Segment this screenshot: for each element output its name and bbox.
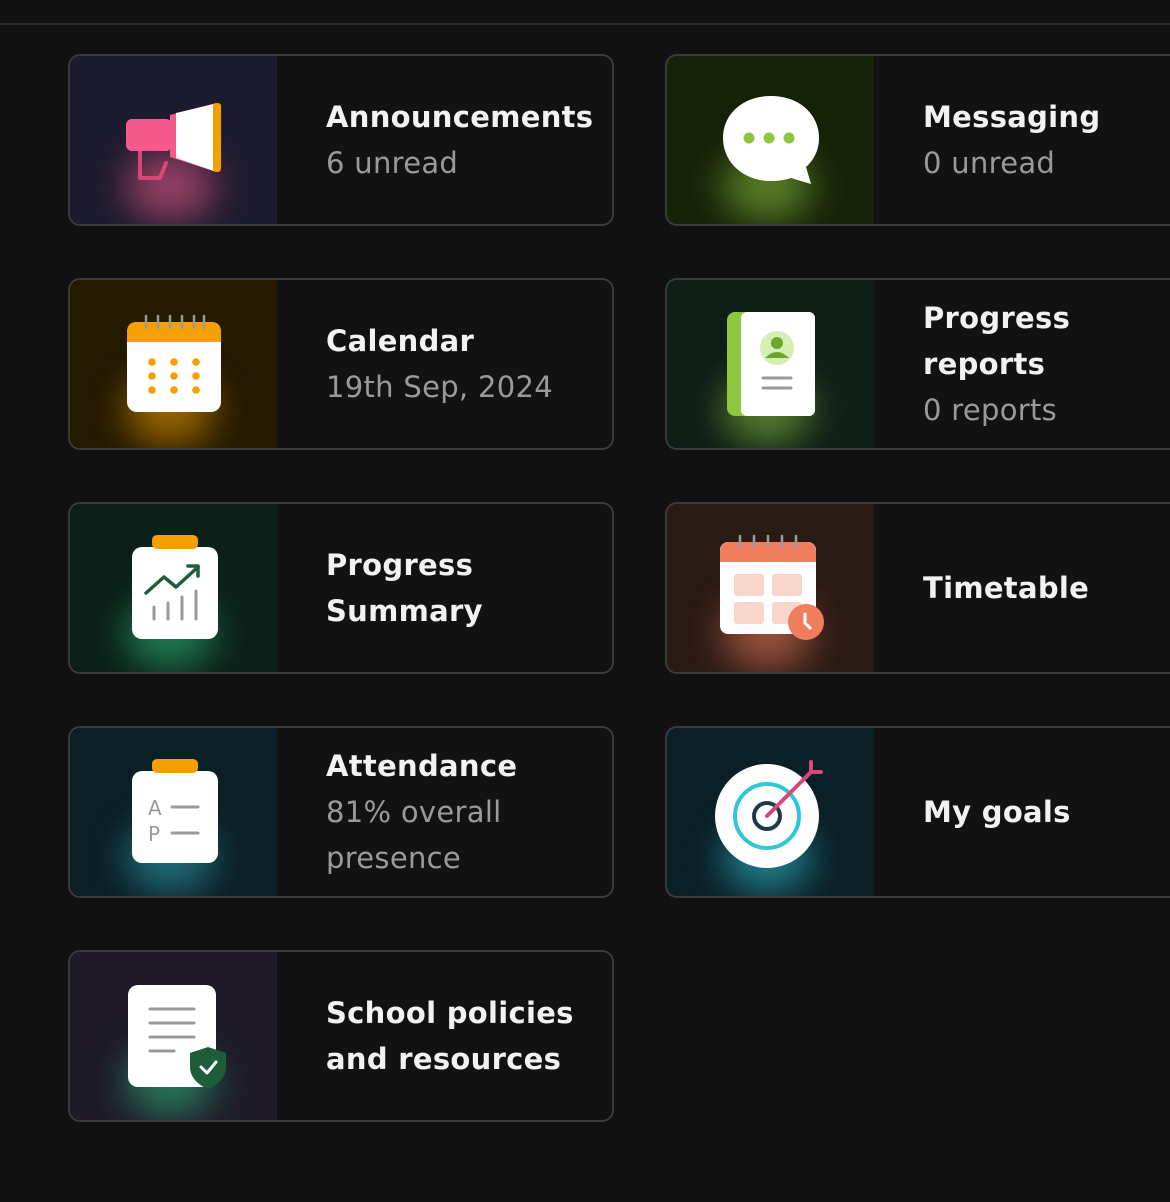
progress-summary-title-line2: Summary bbox=[326, 594, 483, 628]
my-goals-icon-pane bbox=[667, 728, 874, 896]
calendar-text: Calendar 19th Sep, 2024 bbox=[277, 280, 612, 448]
progress-reports-text: Progress reports 0 reports bbox=[874, 280, 1170, 448]
timetable-title: Timetable bbox=[923, 571, 1090, 605]
school-policies-title-line2: and resources bbox=[326, 1042, 562, 1076]
report-book-icon bbox=[726, 312, 815, 416]
progress-reports-title-line1: Progress bbox=[923, 301, 1071, 335]
progress-summary-text: Progress Summary bbox=[277, 504, 612, 672]
calendar-card[interactable]: Calendar 19th Sep, 2024 bbox=[68, 278, 614, 450]
attendance-subtitle-line1: 81% overall bbox=[326, 795, 502, 829]
target-icon bbox=[714, 760, 823, 868]
school-policies-title-line1: School policies bbox=[326, 996, 574, 1030]
top-divider bbox=[0, 23, 1170, 25]
megaphone-icon bbox=[125, 103, 221, 180]
messaging-title: Messaging bbox=[923, 100, 1101, 134]
school-policies-card[interactable]: School policies and resources bbox=[68, 950, 614, 1122]
progress-reports-card[interactable]: Progress reports 0 reports bbox=[665, 278, 1170, 450]
messaging-subtitle: 0 unread bbox=[923, 146, 1056, 180]
timetable-icon bbox=[719, 534, 824, 640]
progress-reports-subtitle: 0 reports bbox=[923, 393, 1058, 427]
timetable-card[interactable]: Timetable bbox=[665, 502, 1170, 674]
svg-text:P: P bbox=[148, 822, 160, 846]
announcements-title: Announcements bbox=[326, 100, 594, 134]
chart-clipboard-icon bbox=[131, 535, 218, 639]
calendar-title: Calendar bbox=[326, 324, 475, 358]
announcements-icon-pane bbox=[70, 56, 277, 224]
timetable-text: Timetable bbox=[874, 504, 1170, 672]
attendance-clipboard-icon: A P bbox=[131, 759, 218, 863]
calendar-icon-pane bbox=[70, 280, 277, 448]
chat-bubble-icon bbox=[722, 96, 819, 184]
svg-text:A: A bbox=[148, 796, 162, 820]
school-policies-icon-pane bbox=[70, 952, 277, 1120]
school-policies-text: School policies and resources bbox=[277, 952, 612, 1120]
calendar-icon bbox=[126, 314, 221, 412]
attendance-card[interactable]: A P Attendance 81% overall presence bbox=[68, 726, 614, 898]
timetable-icon-pane bbox=[667, 504, 874, 672]
my-goals-card[interactable]: My goals bbox=[665, 726, 1170, 898]
progress-summary-card[interactable]: Progress Summary bbox=[68, 502, 614, 674]
calendar-subtitle: 19th Sep, 2024 bbox=[326, 370, 553, 404]
announcements-card[interactable]: Announcements 6 unread bbox=[68, 54, 614, 226]
attendance-text: Attendance 81% overall presence bbox=[277, 728, 612, 896]
attendance-subtitle-line2: presence bbox=[326, 841, 462, 875]
attendance-title: Attendance bbox=[326, 749, 518, 783]
announcements-subtitle: 6 unread bbox=[326, 146, 459, 180]
progress-reports-title-line2: reports bbox=[923, 347, 1046, 381]
policy-document-icon bbox=[127, 985, 226, 1089]
progress-reports-icon-pane bbox=[667, 280, 874, 448]
attendance-icon-pane: A P bbox=[70, 728, 277, 896]
messaging-card[interactable]: Messaging 0 unread bbox=[665, 54, 1170, 226]
my-goals-title: My goals bbox=[923, 795, 1071, 829]
progress-summary-icon-pane bbox=[70, 504, 277, 672]
messaging-text: Messaging 0 unread bbox=[874, 56, 1170, 224]
progress-summary-title-line1: Progress bbox=[326, 548, 474, 582]
messaging-icon-pane bbox=[667, 56, 874, 224]
announcements-text: Announcements 6 unread bbox=[277, 56, 612, 224]
my-goals-text: My goals bbox=[874, 728, 1170, 896]
